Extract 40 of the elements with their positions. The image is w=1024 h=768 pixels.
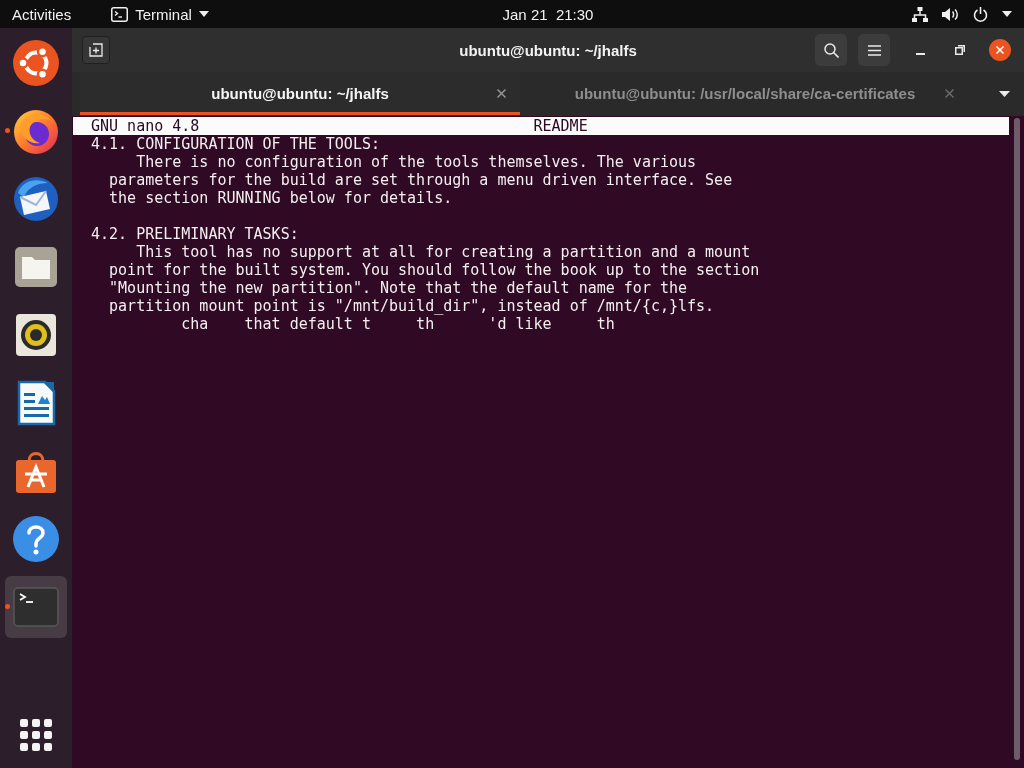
text-line: cha that default t th 'd like th bbox=[180, 315, 615, 333]
text-line: "Mounting the new partition". Note that the default name for the bbox=[108, 279, 688, 297]
text-line: point for the built system. You should follow the book up to the section bbox=[108, 261, 760, 279]
terminal-icon bbox=[111, 6, 129, 22]
menu-button[interactable] bbox=[858, 34, 890, 66]
activities[interactable]: Activities bbox=[12, 5, 72, 23]
editor-version: GNU nano 4.8 bbox=[91, 117, 201, 135]
volume-icon[interactable] bbox=[942, 6, 959, 22]
text-line: There is no configuration of the tools themselves. The various bbox=[135, 153, 697, 171]
search-button[interactable] bbox=[815, 34, 847, 66]
close-icon bbox=[989, 39, 1011, 61]
minimize-icon bbox=[915, 53, 925, 55]
text-line: This tool has no support at all for creating a partition and a mount bbox=[135, 243, 751, 261]
new-tab-button[interactable] bbox=[82, 36, 110, 64]
browser-icon bbox=[12, 107, 60, 155]
text-line: parameters for the build are set through a menu driven interface. See bbox=[108, 171, 733, 189]
mail-icon bbox=[12, 175, 60, 223]
scrollbar[interactable] bbox=[1013, 118, 1020, 760]
close-tab-icon[interactable] bbox=[945, 89, 954, 98]
text-line: the section RUNNING below for details. bbox=[108, 189, 453, 207]
app-menu[interactable]: Terminal bbox=[111, 5, 209, 23]
search-icon bbox=[823, 42, 839, 58]
ring-logo-icon bbox=[12, 39, 60, 87]
tab-plus-icon bbox=[89, 43, 103, 57]
section-heading: 4.2. PRELIMINARY TASKS: bbox=[90, 225, 299, 243]
caret-down-icon bbox=[998, 91, 1010, 97]
file-name: README bbox=[533, 117, 588, 135]
restore-icon bbox=[955, 45, 965, 55]
help-icon bbox=[12, 515, 60, 563]
caret-down-icon[interactable] bbox=[1002, 11, 1012, 17]
close-tab-icon[interactable] bbox=[497, 89, 506, 98]
app-grid-icon[interactable] bbox=[20, 719, 52, 751]
section-heading: 4.1. CONFIGURATION OF THE TOOLS: bbox=[90, 135, 380, 153]
text-line: partition mount point is "/mnt/build_dir", instead of /mnt/{c,}lfs. bbox=[108, 297, 715, 315]
caret-down-icon[interactable] bbox=[198, 11, 209, 17]
clock[interactable]: Jan 21 21:30 bbox=[502, 5, 594, 23]
window-title: ubuntu@ubuntu: ~/jhalfs bbox=[459, 41, 637, 59]
power-icon[interactable] bbox=[973, 6, 988, 22]
menu-icon bbox=[867, 44, 881, 56]
network-icon[interactable] bbox=[912, 6, 928, 22]
